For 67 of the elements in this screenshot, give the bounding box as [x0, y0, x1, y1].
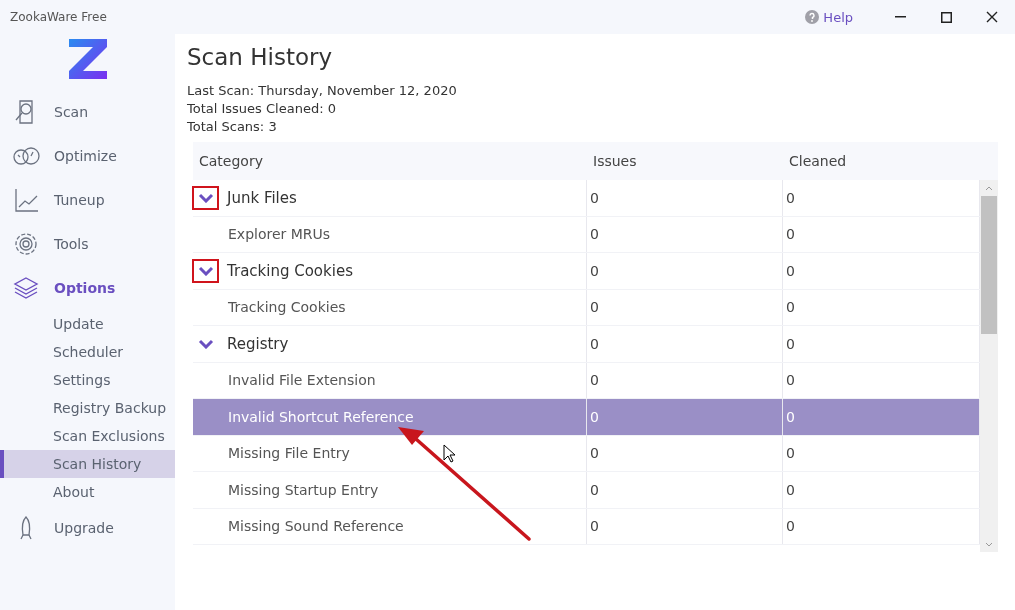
table-row[interactable]: Missing File Entry 0 0	[193, 435, 980, 472]
issues-cell: 0	[587, 399, 783, 435]
chevron-down-icon	[197, 265, 214, 276]
issues-cell: 0	[587, 216, 783, 252]
line-chart-icon	[12, 186, 40, 214]
page-title: Scan History	[187, 44, 334, 70]
nav-subitem[interactable]: Update	[0, 310, 175, 338]
scroll-down-icon	[985, 541, 993, 547]
summary-line: Total Issues Cleaned: 0	[187, 100, 337, 118]
app-title: ZookaWare Free	[10, 10, 108, 24]
column-header: Cleaned	[788, 153, 848, 169]
minimize-icon	[894, 16, 906, 18]
nav-subitem[interactable]: Registry Backup	[0, 394, 175, 422]
issues-cell: 0	[587, 253, 783, 289]
settings-icon	[12, 230, 40, 258]
issues-cell: 0	[587, 180, 783, 216]
nav-item[interactable]: Tools	[0, 222, 175, 266]
nav-subitem[interactable]: Scan History	[0, 450, 175, 478]
category-cell: Tracking Cookies	[193, 289, 587, 325]
category-label: Registry	[227, 334, 289, 353]
expand-toggle[interactable]	[192, 185, 219, 210]
close-icon	[986, 11, 998, 23]
maximize-icon	[940, 11, 952, 23]
table-row[interactable]: Invalid File Extension 0 0	[193, 362, 980, 399]
category-cell: Missing Sound Reference	[193, 508, 587, 544]
table-row[interactable]: Missing Sound Reference 0 0	[193, 508, 980, 545]
column-header: Issues	[592, 153, 638, 169]
nav-item[interactable]: Tuneup	[0, 178, 175, 222]
nav-item[interactable]: Scan	[0, 90, 175, 134]
category-label: Junk Files	[227, 188, 297, 207]
nav-item[interactable]: Upgrade	[0, 506, 175, 550]
scroll-up-icon	[985, 185, 993, 191]
expand-toggle[interactable]	[192, 258, 219, 283]
nav-subitem[interactable]: Scheduler	[0, 338, 175, 366]
issues-cell: 0	[587, 289, 783, 325]
table-row[interactable]: Tracking Cookies 0 0	[193, 289, 980, 326]
logo-icon	[66, 37, 109, 81]
issues-cell: 0	[587, 508, 783, 544]
issues-cell: 0	[587, 472, 783, 508]
category-cell: Explorer MRUs	[193, 216, 587, 252]
column-header: Category	[198, 153, 264, 169]
nav-subitem[interactable]: Settings	[0, 366, 175, 394]
help-icon	[805, 10, 820, 24]
category-cell: Missing Startup Entry	[193, 472, 587, 508]
category-cell: Invalid File Extension	[193, 362, 587, 398]
layers-icon	[12, 274, 40, 302]
summary-line: Total Scans: 3	[187, 118, 278, 136]
nav-item[interactable]: Optimize	[0, 134, 175, 178]
nav-subitem[interactable]: Scan Exclusions	[0, 422, 175, 450]
summary-line: Last Scan: Thursday, November 12, 2020	[187, 82, 458, 100]
chevron-down-icon	[197, 192, 214, 203]
nav-subitem[interactable]: About	[0, 478, 175, 506]
table-row[interactable]: Junk Files 0 0	[193, 180, 980, 217]
issues-cell: 0	[587, 362, 783, 398]
scrollbar[interactable]	[980, 180, 998, 552]
table-row[interactable]: Registry 0 0	[193, 326, 980, 363]
table-row[interactable]: Explorer MRUs 0 0	[193, 216, 980, 253]
issues-cell: 0	[587, 435, 783, 471]
issues-cell: 0	[587, 326, 783, 362]
chevron-down-icon	[197, 338, 214, 349]
mouse-cursor-icon	[443, 444, 456, 463]
category-label: Tracking Cookies	[227, 261, 353, 280]
table-row[interactable]: Missing Startup Entry 0 0	[193, 472, 980, 509]
help-link[interactable]: Help	[805, 9, 853, 25]
scroll-thumb[interactable]	[981, 196, 997, 334]
table-row[interactable]: Tracking Cookies 0 0	[193, 253, 980, 290]
nav-item[interactable]: Options	[0, 266, 175, 310]
